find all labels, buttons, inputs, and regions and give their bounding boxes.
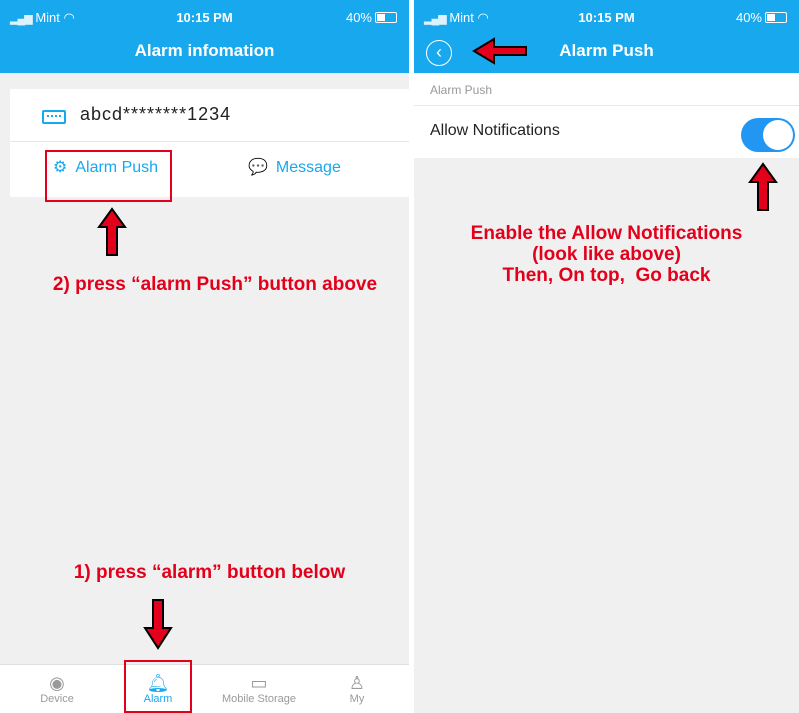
instruction-step1: 1) press “alarm” button below — [73, 562, 346, 583]
bottom-nav: ◉ Device 🔔︎ Alarm ▭ Mobile Storage ♙ My — [0, 664, 409, 713]
left-arrow-icon — [472, 37, 527, 65]
down-arrow-icon — [143, 599, 173, 650]
allow-notifications-toggle[interactable] — [741, 118, 795, 152]
section-header: Alarm Push — [414, 73, 799, 106]
battery-icon — [765, 12, 787, 23]
nav-mobile-storage[interactable]: ▭ Mobile Storage — [214, 665, 304, 705]
chevron-left-icon: ‹ — [436, 42, 442, 62]
instruction-enable: Enable the Allow Notifications (look lik… — [414, 223, 799, 286]
person-icon: ♙ — [348, 673, 366, 693]
dvr-icon — [42, 110, 66, 124]
alarm-tab-highlight — [124, 660, 192, 713]
page-title: Alarm infomation — [0, 33, 409, 73]
message-button[interactable]: 💬 Message — [248, 157, 341, 177]
instruction-line: Then, On top, Go back — [502, 265, 711, 286]
alarm-info-screen: ▂▄▆ Mint ◠ 10:15 PM 40% Alarm infomation… — [0, 0, 409, 713]
battery: 40% — [736, 10, 787, 25]
tablet-icon: ▭ — [250, 673, 268, 693]
status-bar: ▂▄▆ Mint ◠ 10:15 PM 40% — [0, 0, 409, 33]
battery-icon — [375, 12, 397, 23]
up-arrow-icon — [748, 162, 778, 211]
instruction-step2: 2) press “alarm Push” button above — [52, 274, 378, 295]
nav-device[interactable]: ◉ Device — [12, 665, 102, 705]
allow-notifications-row: Allow Notifications — [414, 106, 799, 158]
instruction-line: Enable the Allow Notifications — [470, 223, 743, 244]
nav-my[interactable]: ♙ My — [312, 665, 402, 705]
toggle-knob — [763, 120, 793, 150]
camera-icon: ◉ — [49, 673, 65, 693]
instruction-line: (look like above) — [532, 244, 681, 265]
status-bar: ▂▄▆ Mint ◠ 10:15 PM 40% — [414, 0, 799, 33]
alarm-push-screen: ▂▄▆ Mint ◠ 10:15 PM 40% Alarm Push ‹ Ala… — [414, 0, 799, 713]
alarm-push-highlight — [45, 150, 172, 202]
device-name: abcd********1234 — [80, 104, 232, 124]
chat-icon: 💬 — [248, 159, 268, 176]
up-arrow-icon — [97, 207, 127, 256]
back-button[interactable]: ‹ — [426, 40, 452, 66]
device-row[interactable]: abcd********1234 — [10, 89, 409, 142]
setting-label: Allow Notifications — [430, 122, 560, 139]
battery: 40% — [346, 10, 397, 25]
